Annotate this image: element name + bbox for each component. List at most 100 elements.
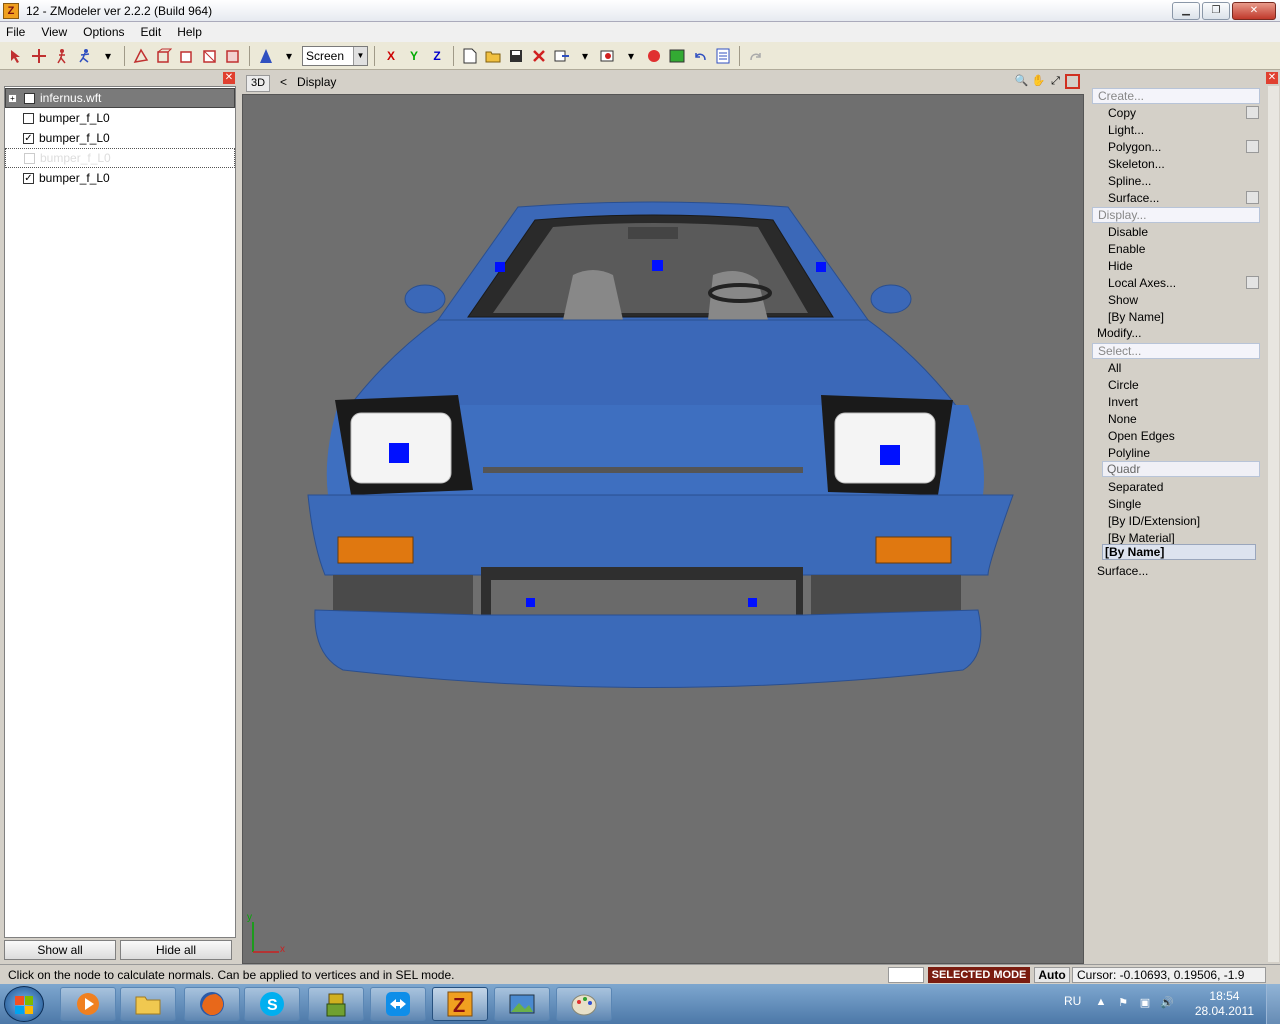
pan-hand-icon[interactable]: ✋ [1031, 74, 1046, 89]
zoom-icon[interactable]: 🔍 [1014, 74, 1029, 89]
command-panel-scrollbar[interactable] [1268, 86, 1279, 962]
export-dropdown-icon[interactable]: ▾ [621, 46, 641, 66]
options-box-icon[interactable] [1246, 106, 1259, 119]
visibility-checkbox[interactable]: ✓ [23, 132, 34, 144]
move-tool-icon[interactable] [29, 46, 49, 66]
select-invert[interactable]: Invert [1108, 394, 1138, 410]
close-icon[interactable]: ✕ [223, 72, 235, 84]
display-by-name[interactable]: [By Name] [1108, 309, 1164, 325]
export-icon[interactable] [598, 46, 618, 66]
tree-item-bumper[interactable]: bumper_f_L0 [5, 108, 235, 128]
face-mode-icon[interactable] [177, 46, 197, 66]
teamviewer-task[interactable] [370, 987, 426, 1021]
lock-x-axis-button[interactable]: X [381, 46, 401, 66]
walk-tool-icon[interactable] [52, 46, 72, 66]
menu-help[interactable]: Help [177, 25, 202, 39]
menu-file[interactable]: File [6, 25, 25, 39]
lock-y-axis-button[interactable]: Y [404, 46, 424, 66]
app-task[interactable] [308, 987, 364, 1021]
create-polygon[interactable]: Polygon... [1108, 139, 1161, 155]
visibility-checkbox[interactable]: ✓ [24, 92, 35, 104]
display-local-axes[interactable]: Local Axes... [1108, 275, 1176, 291]
clock[interactable]: 18:54 28.04.2011 [1195, 989, 1254, 1019]
firefox-task[interactable] [184, 987, 240, 1021]
modify-section-header[interactable]: Modify... [1092, 326, 1260, 342]
zmodeler-task[interactable]: Z [432, 987, 488, 1021]
tree-item-bumper[interactable]: ✓ bumper_f_L0 [5, 128, 235, 148]
create-spline[interactable]: Spline... [1108, 173, 1151, 189]
delete-icon[interactable] [529, 46, 549, 66]
menu-view[interactable]: View [41, 25, 67, 39]
selected-mode-badge[interactable]: SELECTED MODE [928, 967, 1030, 983]
network-icon[interactable]: ▣ [1138, 996, 1152, 1010]
display-enable[interactable]: Enable [1108, 241, 1145, 257]
create-section-header[interactable]: Create... [1092, 88, 1260, 104]
select-tool-icon[interactable] [6, 46, 26, 66]
select-section-header[interactable]: Select... [1092, 343, 1260, 359]
import-icon[interactable] [552, 46, 572, 66]
fit-view-icon[interactable]: ⤢ [1048, 74, 1063, 89]
undo-icon[interactable] [690, 46, 710, 66]
create-copy[interactable]: Copy [1108, 105, 1136, 121]
options-box-icon[interactable] [1246, 140, 1259, 153]
close-button[interactable]: ✕ [1232, 2, 1276, 20]
show-all-button[interactable]: Show all [4, 940, 116, 960]
explorer-task[interactable] [120, 987, 176, 1021]
action-center-icon[interactable]: ⚑ [1116, 996, 1130, 1010]
visibility-checkbox[interactable] [24, 152, 35, 164]
select-by-name[interactable]: [By Name] [1102, 544, 1256, 560]
expand-icon[interactable]: + [8, 94, 17, 103]
back-arrow-icon[interactable]: < [280, 75, 287, 89]
language-indicator[interactable]: RU [1064, 994, 1081, 1008]
render-icon[interactable] [667, 46, 687, 66]
create-surface[interactable]: Surface... [1108, 190, 1159, 206]
skype-task[interactable]: S [244, 987, 300, 1021]
hide-all-button[interactable]: Hide all [120, 940, 232, 960]
paint-task[interactable] [556, 987, 612, 1021]
select-open-edges[interactable]: Open Edges [1108, 428, 1175, 444]
create-skeleton[interactable]: Skeleton... [1108, 156, 1165, 172]
select-single[interactable]: Single [1108, 496, 1141, 512]
tree-item-bumper[interactable]: ✓ bumper_f_L0 [5, 168, 235, 188]
edge-mode-icon[interactable] [154, 46, 174, 66]
display-disable[interactable]: Disable [1108, 224, 1148, 240]
surface-mode-icon[interactable] [223, 46, 243, 66]
display-show[interactable]: Show [1108, 292, 1138, 308]
viewport-mode-button[interactable]: 3D [246, 75, 270, 92]
maximize-viewport-icon[interactable] [1065, 74, 1080, 89]
options-box-icon[interactable] [1246, 191, 1259, 204]
surface-section-header[interactable]: Surface... [1092, 564, 1260, 580]
create-light[interactable]: Light... [1108, 122, 1144, 138]
run-tool-icon[interactable] [75, 46, 95, 66]
auto-button[interactable]: Auto [1034, 967, 1070, 983]
minimize-button[interactable]: ▁ [1172, 2, 1200, 20]
visibility-checkbox[interactable] [23, 112, 34, 124]
display-hide[interactable]: Hide [1108, 258, 1133, 274]
save-icon[interactable] [506, 46, 526, 66]
select-by-id-extension[interactable]: [By ID/Extension] [1108, 513, 1200, 529]
show-desktop-button[interactable] [1266, 984, 1280, 1024]
media-player-task[interactable] [60, 987, 116, 1021]
display-section-header[interactable]: Display... [1092, 207, 1260, 223]
select-polyline[interactable]: Polyline [1108, 445, 1150, 461]
lock-z-axis-button[interactable]: Z [427, 46, 447, 66]
redo-icon[interactable] [746, 46, 766, 66]
select-quadr[interactable]: Quadr [1102, 461, 1260, 477]
tree-item-infernus[interactable]: + ✓ infernus.wft [5, 88, 235, 108]
view-mode-select[interactable]: Screen ▼ [302, 45, 368, 66]
select-none[interactable]: None [1108, 411, 1137, 427]
tray-expand-icon[interactable]: ▲ [1094, 996, 1108, 1010]
volume-icon[interactable]: 🔊 [1160, 996, 1174, 1010]
start-button[interactable] [4, 986, 44, 1022]
menu-options[interactable]: Options [83, 25, 124, 39]
import-dropdown-icon[interactable]: ▾ [575, 46, 595, 66]
notes-icon[interactable] [713, 46, 733, 66]
axis-tool-icon[interactable] [256, 46, 276, 66]
image-viewer-task[interactable] [494, 987, 550, 1021]
open-folder-icon[interactable] [483, 46, 503, 66]
axis-dropdown-icon[interactable]: ▾ [279, 46, 299, 66]
tool-dropdown-icon[interactable]: ▾ [98, 46, 118, 66]
maximize-button[interactable]: ❐ [1202, 2, 1230, 20]
object-mode-icon[interactable] [200, 46, 220, 66]
record-icon[interactable] [644, 46, 664, 66]
